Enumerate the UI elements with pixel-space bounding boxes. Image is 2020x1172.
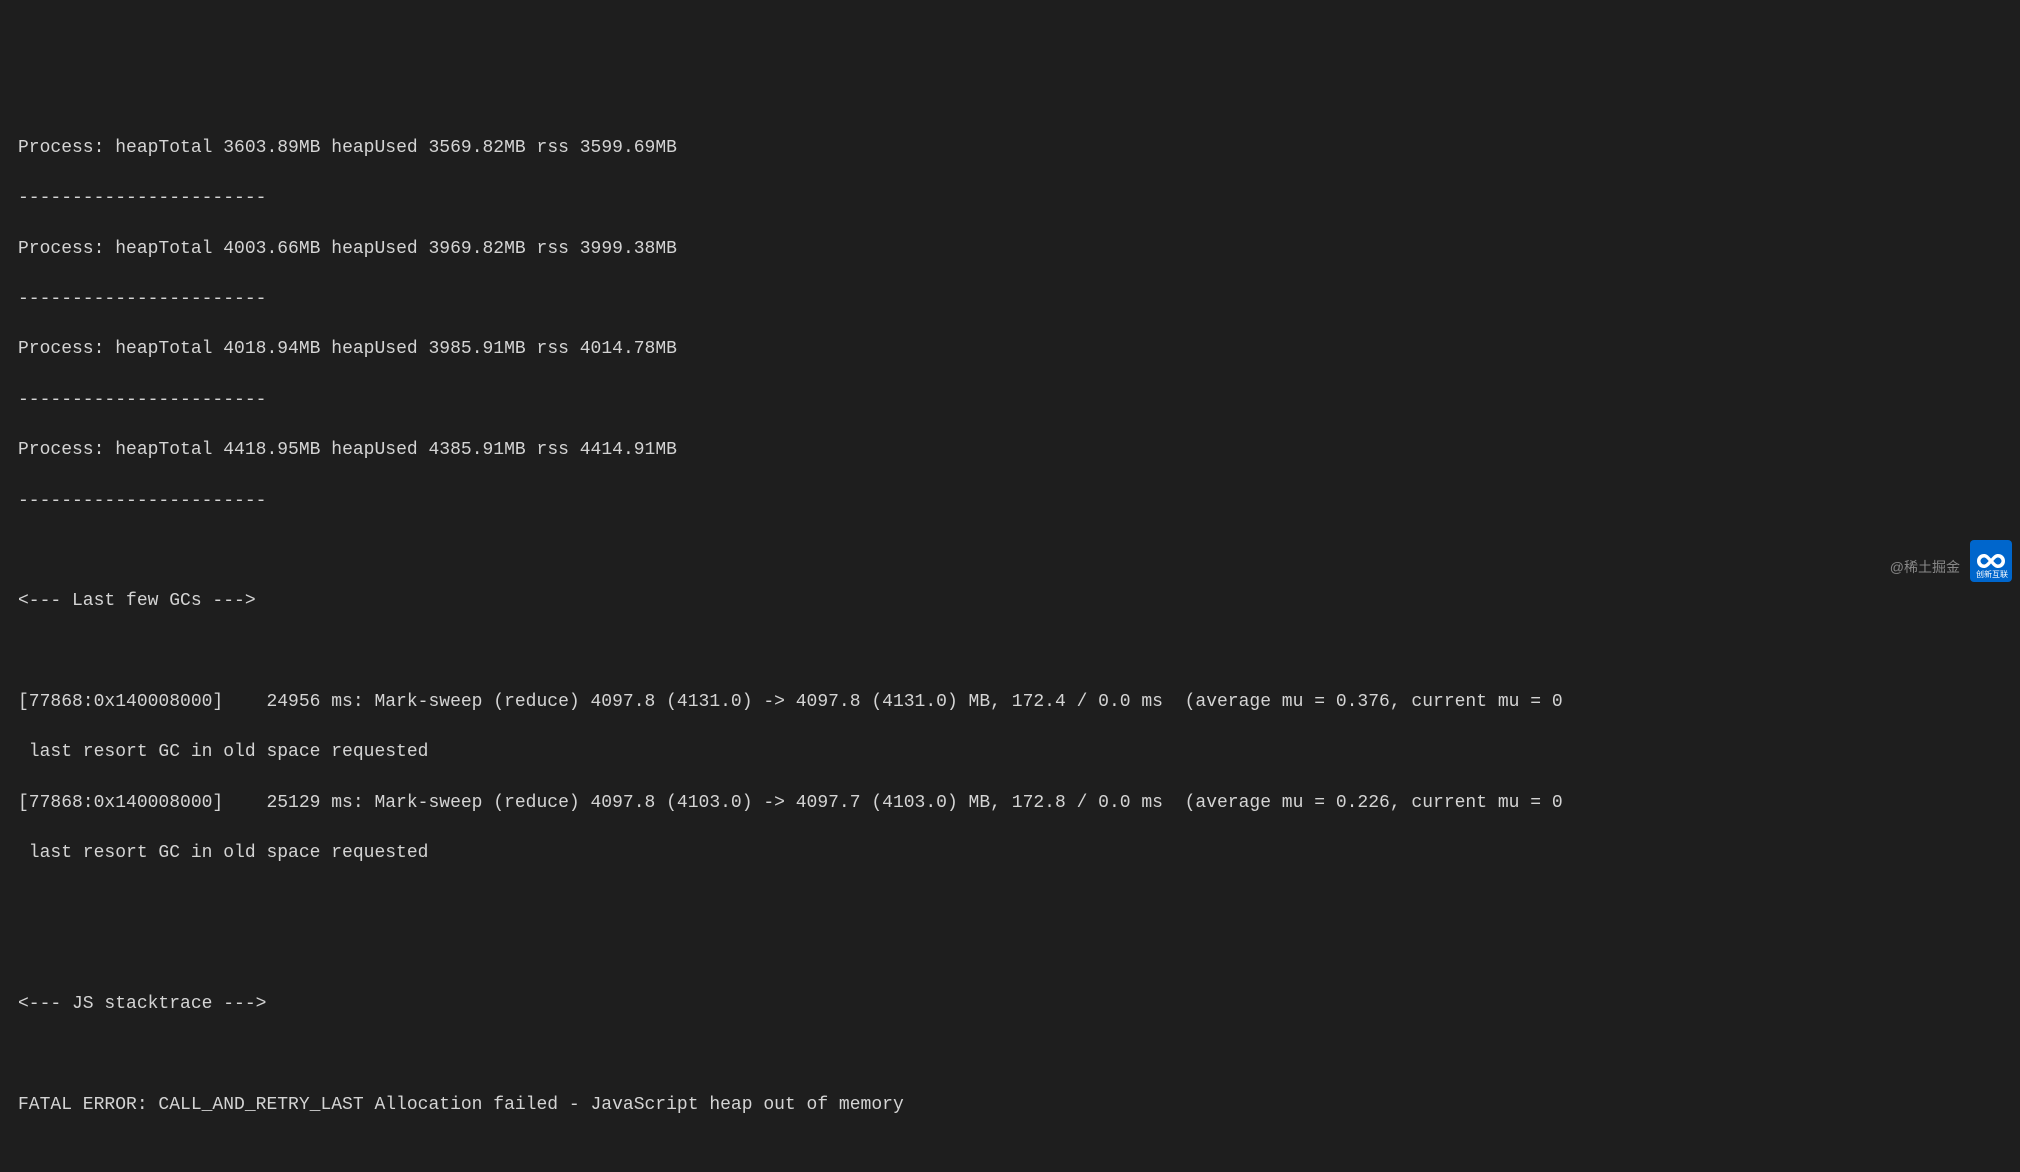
gc-header: <--- Last few GCs ---> (18, 589, 2002, 614)
process-line: Process: heapTotal 3603.89MB heapUsed 35… (18, 136, 2002, 161)
blank-line (18, 892, 2002, 917)
divider-line: ----------------------- (18, 186, 2002, 211)
divider-line: ----------------------- (18, 287, 2002, 312)
fatal-error-line: FATAL ERROR: CALL_AND_RETRY_LAST Allocat… (18, 1093, 2002, 1118)
gc-line: [77868:0x140008000] 25129 ms: Mark-sweep… (18, 791, 2002, 816)
blank-line (18, 539, 2002, 564)
watermark-text: @稀土掘金 (1890, 558, 1960, 578)
stacktrace-header: <--- JS stacktrace ---> (18, 992, 2002, 1017)
brand-text: 创新互联 (1976, 569, 2008, 580)
process-line: Process: heapTotal 4018.94MB heapUsed 39… (18, 337, 2002, 362)
gc-line: last resort GC in old space requested (18, 740, 2002, 765)
process-line: Process: heapTotal 4003.66MB heapUsed 39… (18, 237, 2002, 262)
gc-line: last resort GC in old space requested (18, 841, 2002, 866)
blank-line (18, 1043, 2002, 1068)
terminal-output: Process: heapTotal 3603.89MB heapUsed 35… (18, 111, 2002, 1144)
blank-line (18, 942, 2002, 967)
divider-line: ----------------------- (18, 489, 2002, 514)
process-line: Process: heapTotal 4418.95MB heapUsed 43… (18, 438, 2002, 463)
brand-logo: 创新互联 (1970, 540, 2012, 582)
gc-line: [77868:0x140008000] 24956 ms: Mark-sweep… (18, 690, 2002, 715)
divider-line: ----------------------- (18, 388, 2002, 413)
blank-line (18, 640, 2002, 665)
